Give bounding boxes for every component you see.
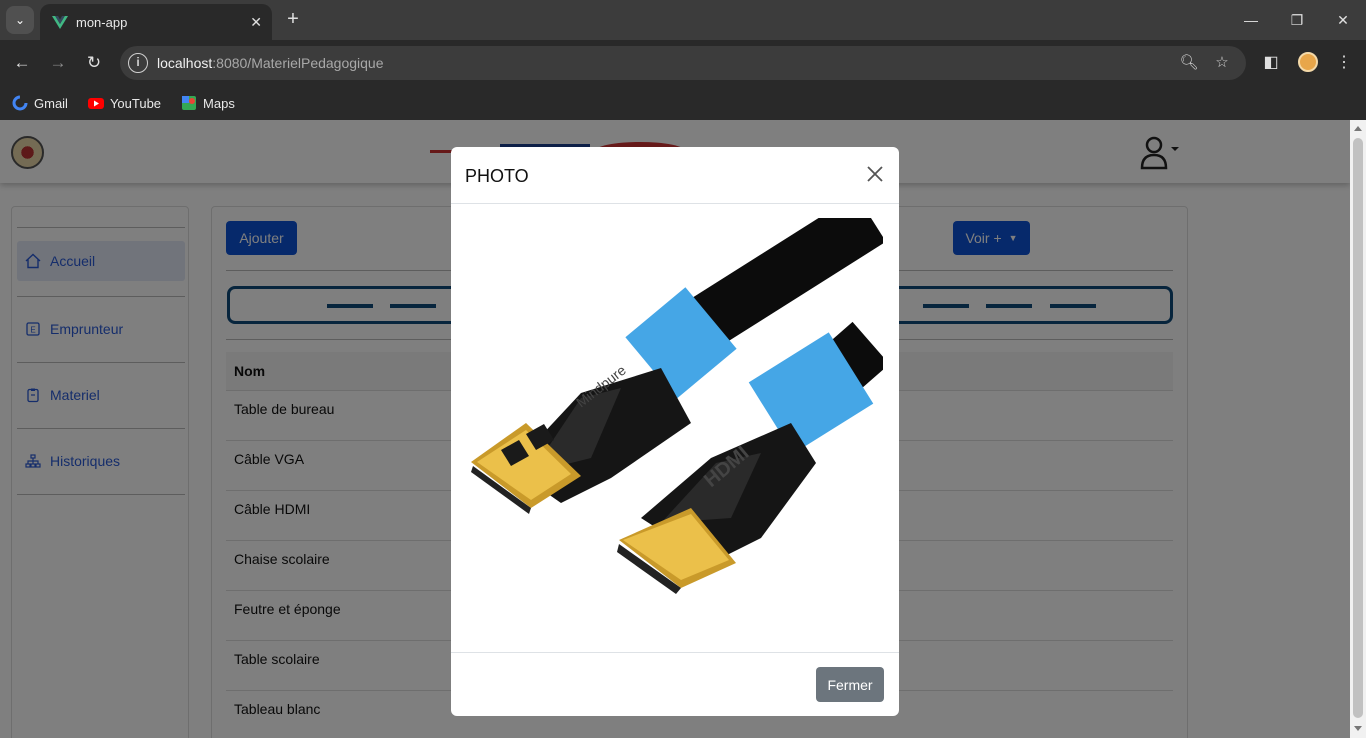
zoom-icon[interactable]: 🔍︎ (1179, 53, 1199, 73)
hdmi-cable-photo: Mindpure HDMI (471, 218, 883, 594)
tab-title: mon-app (76, 14, 128, 30)
profile-avatar[interactable] (1298, 52, 1318, 72)
google-icon (12, 95, 28, 111)
site-info-icon[interactable]: i (128, 53, 148, 73)
modal-header: PHOTO (451, 147, 899, 204)
page-scrollbar[interactable] (1350, 120, 1366, 738)
restore-button[interactable]: ❐ (1282, 8, 1312, 32)
bookmarks-bar: Gmail YouTube Maps (0, 86, 1366, 120)
scroll-down-arrow[interactable] (1354, 726, 1362, 731)
reload-button[interactable]: ↻ (81, 50, 107, 76)
tab-close-icon[interactable]: ✕ (250, 14, 262, 31)
forward-button[interactable]: → (45, 50, 71, 76)
minimize-button[interactable]: — (1236, 8, 1266, 32)
youtube-icon (87, 98, 104, 109)
scroll-thumb[interactable] (1353, 138, 1363, 718)
browser-tab-bar: ⌄ mon-app ✕ + — ❐ ✕ (0, 0, 1366, 40)
app-page: Accueil E Emprunteur Materiel (0, 120, 1350, 738)
browser-toolbar: ← → ↻ i localhost:8080/MaterielPedagogiq… (0, 40, 1366, 86)
url-text[interactable]: localhost:8080/MaterielPedagogique (157, 55, 384, 71)
side-panel-icon[interactable]: ◧ (1258, 50, 1284, 76)
close-icon[interactable] (865, 164, 885, 184)
bookmark-gmail[interactable]: Gmail (12, 95, 68, 111)
close-button[interactable]: Fermer (816, 667, 884, 702)
browser-menu-icon[interactable]: ⋮ (1331, 50, 1357, 76)
back-button[interactable]: ← (9, 50, 35, 76)
vue-logo-icon (52, 16, 68, 29)
browser-tab[interactable]: mon-app ✕ (40, 4, 272, 40)
bookmark-star-icon[interactable]: ☆ (1212, 53, 1232, 73)
bookmark-youtube[interactable]: YouTube (87, 95, 161, 111)
modal-title: PHOTO (465, 166, 529, 186)
scroll-up-arrow[interactable] (1354, 126, 1362, 131)
window-close-button[interactable]: ✕ (1328, 8, 1358, 32)
modal-footer: Fermer (451, 652, 899, 716)
tab-search-button[interactable]: ⌄ (6, 6, 34, 34)
bookmark-maps[interactable]: Maps (181, 95, 235, 111)
address-bar[interactable]: i localhost:8080/MaterielPedagogique 🔍︎ … (120, 46, 1246, 80)
new-tab-button[interactable]: + (282, 8, 304, 30)
modal-body: Mindpure HDMI (451, 204, 899, 653)
photo-modal: PHOTO Mindpure HDMI Fermer (451, 147, 899, 716)
maps-icon (182, 96, 197, 110)
